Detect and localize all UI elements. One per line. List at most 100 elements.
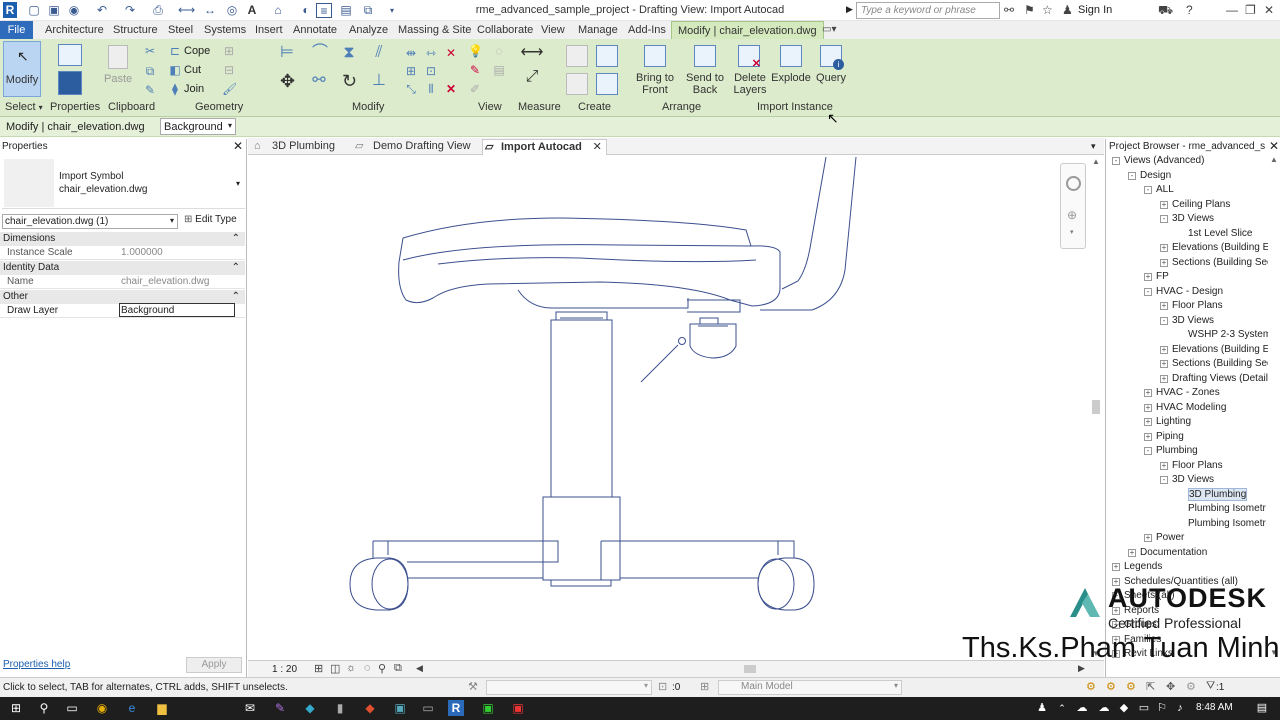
browser-item[interactable]: 3D Plumbing — [1176, 487, 1248, 501]
chrome-icon[interactable]: ◉ — [94, 700, 110, 716]
file-explorer-icon[interactable]: ▆ — [154, 700, 170, 716]
trim-icon[interactable]: ⊥ — [372, 73, 386, 89]
maximize-icon[interactable]: ❐ — [1245, 3, 1256, 18]
browser-item[interactable]: - HVAC - Design — [1144, 286, 1223, 297]
close-views-icon[interactable]: ▤ — [338, 3, 354, 18]
chair-elevation-drawing[interactable] — [248, 155, 1104, 660]
star-icon[interactable]: ☆ — [1042, 3, 1053, 18]
expand-toggle-icon[interactable]: + — [1160, 302, 1168, 310]
model-select[interactable]: Main Model ▾ — [718, 680, 902, 695]
browser-item[interactable]: + Lighting — [1144, 416, 1191, 427]
detail-level-icon[interactable]: ⊞ — [314, 662, 323, 675]
dimension-tool-icon[interactable]: ⤢ — [520, 69, 544, 85]
properties-help-link[interactable]: Properties help — [3, 659, 70, 670]
create-part-icon[interactable] — [566, 45, 588, 67]
browser-item[interactable]: Plumbing Isometr — [1176, 503, 1266, 514]
browser-item[interactable]: + Elevations (Building E — [1160, 344, 1268, 355]
expand-toggle-icon[interactable]: + — [1112, 563, 1120, 571]
browser-item[interactable]: + Sections (Building Sec — [1160, 257, 1268, 268]
open-icon[interactable]: ▢ — [26, 3, 42, 18]
copy-icon[interactable]: ⧉ — [143, 65, 157, 77]
expand-toggle-icon[interactable]: + — [1160, 374, 1168, 383]
cut-clipboard-icon[interactable]: ✂ — [143, 45, 157, 57]
cloud-icon[interactable]: ☁ — [1096, 700, 1112, 716]
switch-windows-icon[interactable]: ⧉ — [360, 3, 376, 18]
tray-icon[interactable]: ◆ — [1116, 700, 1132, 716]
collapse-toggle-icon[interactable]: - — [1160, 215, 1168, 223]
properties-icon[interactable] — [58, 71, 82, 95]
apply-button[interactable]: Apply — [186, 657, 242, 673]
select-links-icon[interactable]: ⚙ — [1086, 680, 1096, 693]
expand-toggle-icon[interactable]: + — [1144, 273, 1152, 281]
view-tab-3d-plumbing[interactable]: ⌂ 3D Plumbing — [254, 139, 335, 155]
explode-icon[interactable] — [780, 45, 802, 67]
temp-hide-icon[interactable]: ◌ — [364, 662, 371, 674]
dimension-icon[interactable]: ↔ — [202, 3, 218, 18]
browser-item[interactable]: + Elevations (Building E — [1160, 242, 1268, 253]
paint-icon[interactable]: 🖌 — [222, 83, 237, 95]
mirror-axis-icon[interactable]: ⧗ — [342, 45, 356, 61]
browser-item[interactable]: - Design — [1128, 170, 1171, 181]
edge-icon[interactable]: e — [124, 700, 140, 716]
browser-item[interactable]: -3D Views — [1160, 474, 1214, 485]
visual-style-icon[interactable]: ◫ — [330, 662, 340, 675]
browser-item[interactable]: - ALL — [1144, 184, 1174, 195]
edit-type-button[interactable]: ⊞ Edit Type — [184, 214, 237, 225]
reveal-hidden-icon[interactable]: ⚲ — [378, 662, 386, 675]
tab-add-ins[interactable]: Add-Ins — [626, 21, 668, 39]
section-dimensions[interactable]: Dimensions ⌃ — [0, 232, 245, 246]
pin-icon[interactable]: ⊡ — [424, 65, 438, 77]
browser-item[interactable]: + Legends — [1112, 561, 1162, 572]
browser-item[interactable]: + Piping — [1144, 431, 1184, 442]
close-icon[interactable]: ✕ — [1269, 139, 1279, 153]
move-icon[interactable]: ✥ — [280, 72, 295, 90]
measure-between-icon[interactable]: ⟷ — [520, 45, 544, 61]
windows-start-icon[interactable]: ⊞ — [8, 700, 24, 716]
sign-in-link[interactable]: Sign In — [1078, 4, 1112, 16]
explode-button[interactable]: Explode — [769, 72, 813, 84]
measure-icon[interactable]: ⟷ — [178, 3, 195, 18]
send-to-back-label[interactable]: Send to Back — [680, 72, 730, 96]
steering-wheel-icon[interactable] — [1066, 176, 1081, 191]
collapse-toggle-icon[interactable]: - — [1144, 447, 1152, 455]
delete-layers-button[interactable]: Delete Layers — [727, 72, 773, 96]
send-to-back-icon[interactable] — [694, 45, 716, 67]
split-icon[interactable]: ⇹ — [404, 47, 418, 59]
browser-item[interactable]: - Plumbing — [1144, 445, 1198, 456]
cut-geometry-icon[interactable]: ◧ — [168, 64, 182, 76]
query-button[interactable]: Query — [812, 72, 850, 84]
collapse-toggle-icon[interactable]: - — [1128, 171, 1136, 180]
view-override-icon[interactable]: ▤ — [492, 64, 506, 76]
browser-item[interactable]: + Ceiling Plans — [1160, 199, 1230, 210]
help-icon[interactable]: ? — [1186, 3, 1193, 18]
expand-toggle-icon[interactable]: + — [1160, 258, 1168, 267]
app-icon[interactable]: ◆ — [362, 700, 378, 716]
print-icon[interactable]: ⎙ — [150, 3, 166, 18]
sync-icon[interactable]: ◉ — [66, 3, 82, 18]
type-properties-icon[interactable] — [58, 44, 82, 66]
app-icon[interactable]: ▣ — [392, 700, 408, 716]
battery-icon[interactable]: ▭ — [1136, 700, 1152, 716]
filter-icon[interactable]: ⛛ — [1206, 680, 1215, 693]
expand-toggle-icon[interactable]: + — [1160, 360, 1168, 368]
browser-item[interactable]: -3D Views — [1160, 315, 1214, 326]
zoom-icon[interactable]: ⊕ — [1067, 208, 1077, 222]
bring-to-front-label[interactable]: Bring to Front — [630, 72, 680, 96]
drawing-canvas[interactable]: ⊕ ▾ ▲ ▼ — [248, 155, 1104, 660]
tab-annotate[interactable]: Annotate — [291, 21, 339, 39]
expand-toggle-icon[interactable]: + — [1144, 389, 1152, 397]
cope-icon[interactable]: ⊏ — [168, 45, 182, 57]
paste-icon[interactable] — [108, 45, 128, 69]
section-other[interactable]: Other ⌃ — [0, 290, 245, 304]
workset-icon[interactable]: ⚒ — [468, 680, 478, 693]
background-processes-icon[interactable]: ⚙ — [1186, 680, 1196, 693]
lock-icon[interactable]: ✕ — [444, 47, 458, 59]
browser-item[interactable]: Plumbing Isometr — [1176, 518, 1266, 529]
browser-item[interactable]: -3D Views — [1160, 213, 1214, 224]
tab-structure[interactable]: Structure — [111, 21, 160, 39]
revit-taskbar-icon[interactable]: R — [448, 700, 464, 716]
cart-icon[interactable]: ⛟ — [1158, 3, 1173, 18]
sun-path-icon[interactable]: ☼ — [346, 662, 356, 674]
instance-selector[interactable]: chair_elevation.dwg (1) ▾ — [2, 214, 178, 229]
close-window-icon[interactable]: ✕ — [1264, 3, 1274, 18]
